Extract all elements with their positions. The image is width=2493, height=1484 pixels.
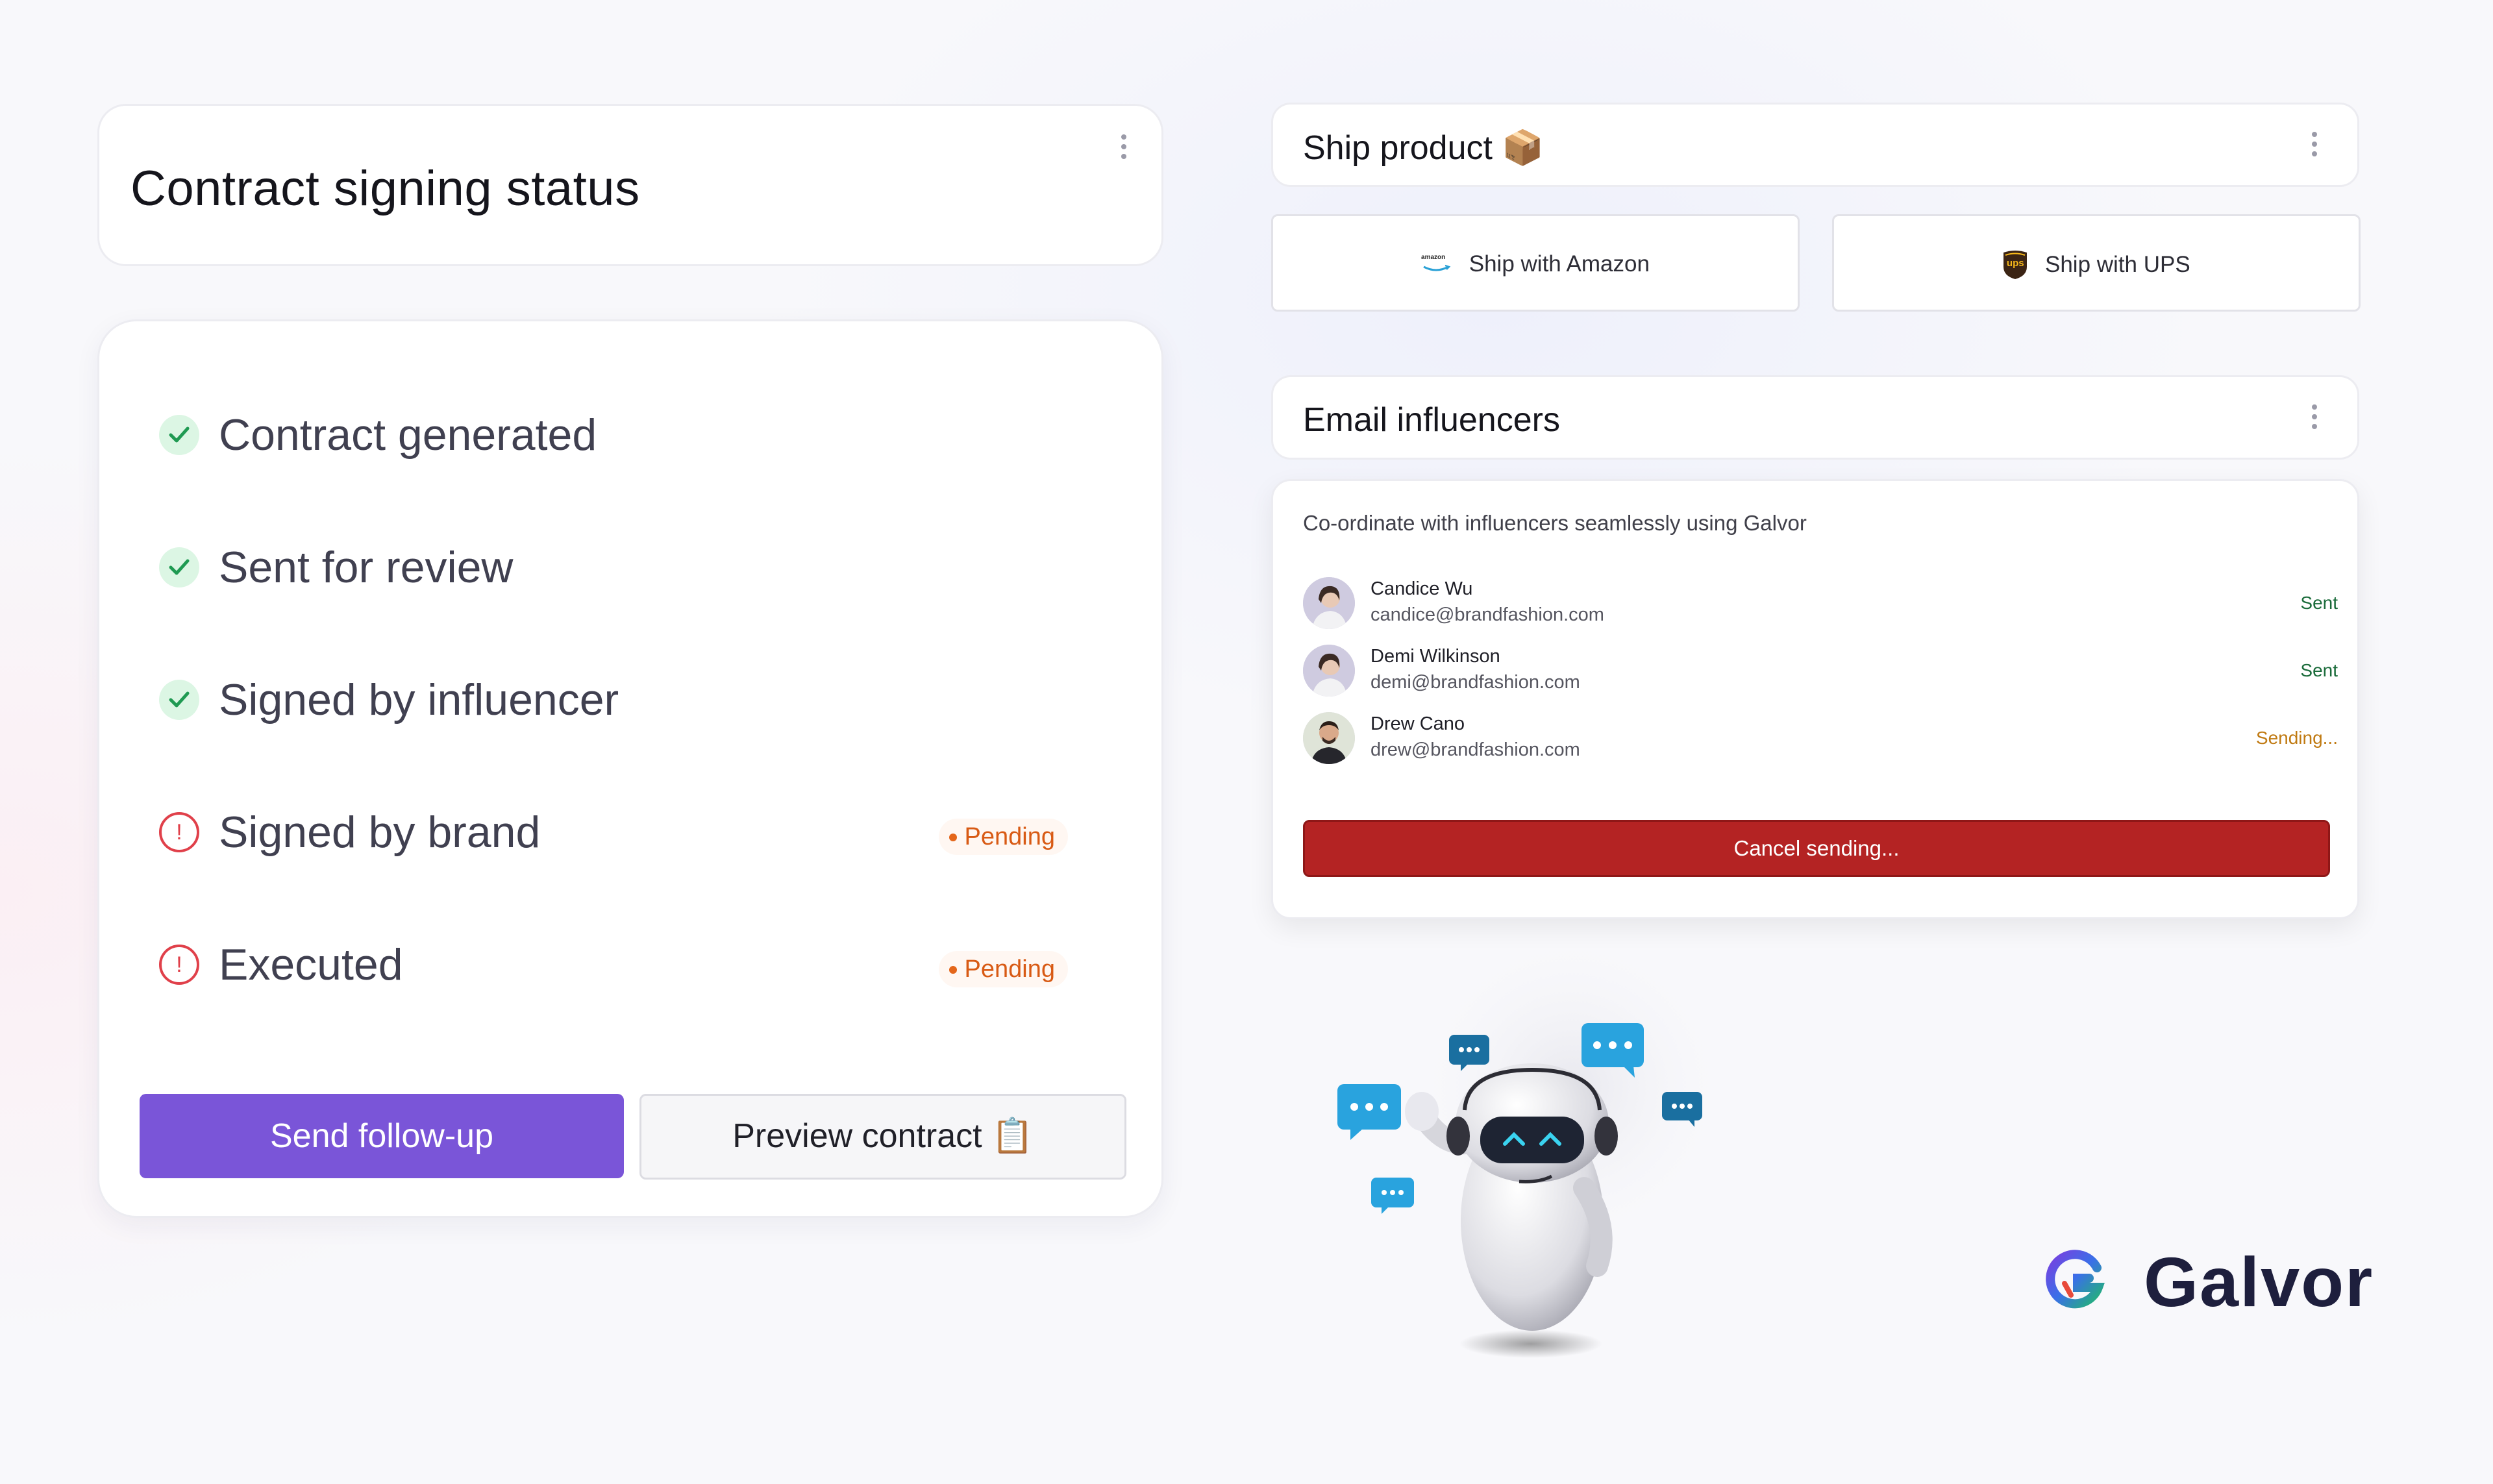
email-influencers-title: Email influencers	[1303, 401, 1560, 439]
send-follow-up-button[interactable]: Send follow-up	[140, 1094, 624, 1178]
avatar	[1303, 712, 1355, 764]
send-status: Sent	[2300, 660, 2338, 680]
status-step-signed-by-brand: ! Signed by brand Pending	[159, 802, 1107, 860]
chat-bubble-icon	[1337, 1084, 1401, 1140]
ship-product-title: Ship product 📦	[1303, 129, 1544, 167]
ship-with-ups-label: Ship with UPS	[2045, 252, 2190, 277]
alert-circle-icon: !	[159, 945, 199, 985]
alert-circle-icon: !	[159, 812, 199, 852]
kebab-menu-icon[interactable]	[1121, 134, 1128, 164]
ups-logo-icon: ups	[2002, 250, 2028, 280]
send-status: Sending...	[2255, 728, 2338, 748]
cancel-sending-button[interactable]: Cancel sending...	[1303, 820, 2330, 877]
robot-ear-right	[1594, 1117, 1618, 1156]
galvor-logo-icon	[2046, 1250, 2105, 1309]
email-influencers-card: Co-ordinate with influencers seamlessly …	[1271, 479, 2359, 919]
check-circle-icon	[159, 415, 199, 455]
robot-illustration	[1337, 948, 1727, 1358]
check-circle-icon	[159, 547, 199, 587]
preview-contract-button[interactable]: Preview contract 📋	[639, 1094, 1126, 1180]
ship-with-amazon-label: Ship with Amazon	[1469, 251, 1650, 277]
influencer-name: Candice Wu	[1371, 578, 1473, 599]
status-badge-pending: Pending	[938, 819, 1068, 855]
kebab-menu-icon[interactable]	[2312, 404, 2318, 434]
influencer-name: Demi Wilkinson	[1371, 646, 1500, 667]
email-subtitle: Co-ordinate with influencers seamlessly …	[1303, 511, 1807, 535]
amazon-logo-icon: amazon	[1421, 253, 1451, 276]
influencer-name: Drew Cano	[1371, 713, 1465, 734]
status-badge-pending: Pending	[938, 951, 1068, 987]
influencer-row[interactable]: Candice Wu candice@brandfashion.com Sent	[1303, 575, 2338, 633]
chat-bubble-icon	[1371, 1178, 1414, 1214]
ship-with-amazon-button[interactable]: amazon Ship with Amazon	[1271, 214, 1800, 312]
step-label: Signed by brand	[219, 808, 541, 857]
email-influencers-header: Email influencers	[1271, 375, 2359, 460]
avatar	[1303, 645, 1355, 697]
robot-hand-left	[1405, 1092, 1439, 1131]
robot-visor	[1480, 1117, 1584, 1163]
status-step-contract-generated: Contract generated	[159, 404, 1107, 463]
influencer-email: candice@brandfashion.com	[1371, 604, 1604, 625]
contract-title-card: Contract signing status	[97, 104, 1163, 266]
influencer-row[interactable]: Drew Cano drew@brandfashion.com Sending.…	[1303, 710, 2338, 768]
ship-product-header: Ship product 📦	[1271, 103, 2359, 187]
step-label: Executed	[219, 940, 403, 989]
robot-shadow	[1459, 1329, 1602, 1358]
contract-status-card: Contract generated Sent for review Signe…	[97, 319, 1163, 1218]
kebab-menu-icon[interactable]	[2312, 132, 2318, 161]
avatar	[1303, 577, 1355, 629]
step-label: Sent for review	[219, 543, 514, 592]
page-title: Contract signing status	[130, 161, 640, 216]
influencer-email: drew@brandfashion.com	[1371, 739, 1580, 760]
send-status: Sent	[2300, 593, 2338, 613]
step-label: Signed by influencer	[219, 675, 619, 724]
robot-ear-left	[1446, 1117, 1470, 1156]
influencer-row[interactable]: Demi Wilkinson demi@brandfashion.com Sen…	[1303, 642, 2338, 700]
influencer-email: demi@brandfashion.com	[1371, 672, 1580, 693]
check-circle-icon	[159, 680, 199, 720]
status-step-signed-by-influencer: Signed by influencer	[159, 669, 1107, 728]
status-step-sent-for-review: Sent for review	[159, 537, 1107, 595]
ship-with-ups-button[interactable]: ups Ship with UPS	[1832, 214, 2361, 312]
step-label: Contract generated	[219, 410, 597, 460]
status-step-executed: ! Executed Pending	[159, 934, 1107, 993]
galvor-wordmark: Galvor	[2144, 1243, 2374, 1321]
